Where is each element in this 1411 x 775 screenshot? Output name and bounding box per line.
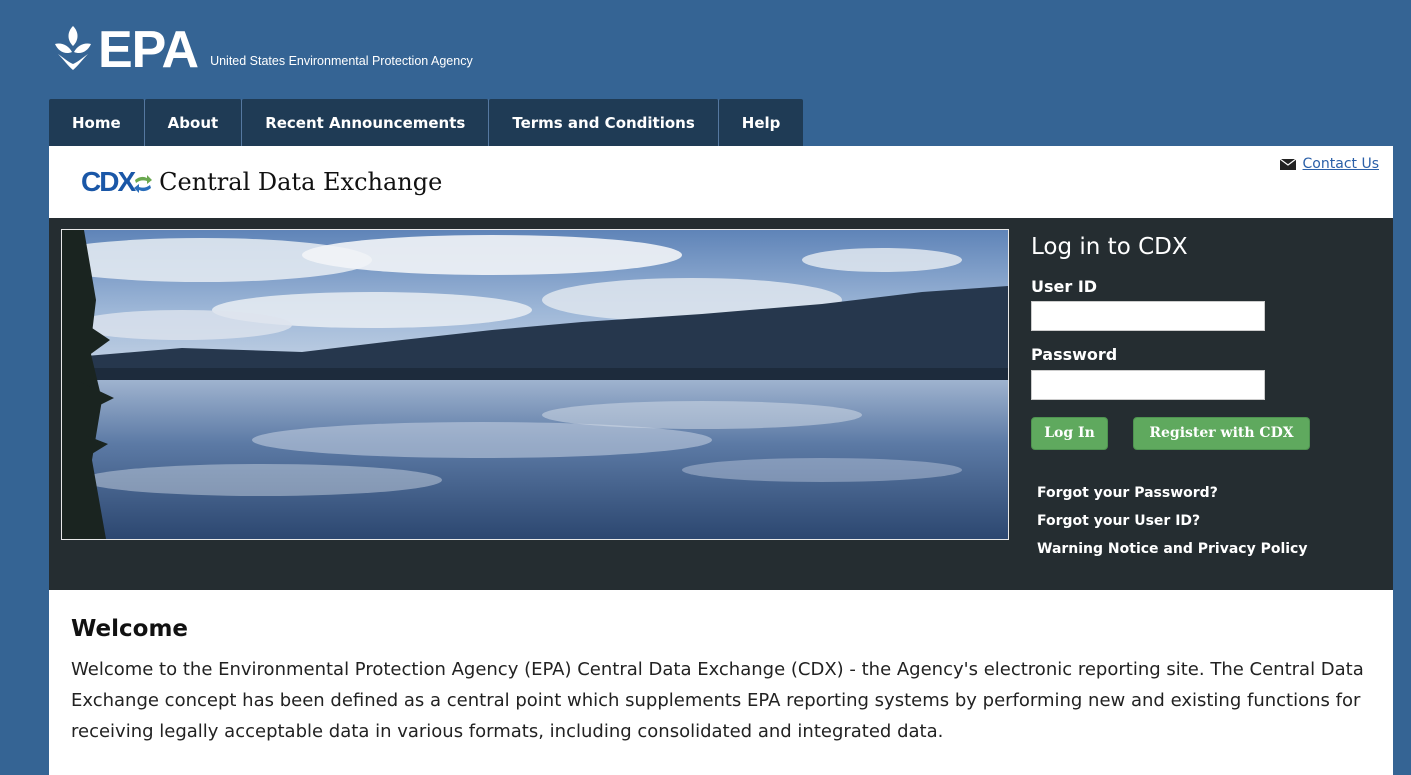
epa-wordmark: EPA [98,21,199,79]
hero-image [61,229,1009,540]
page-content: CDX Central Data Exchange Contact Us Log… [49,146,1393,775]
lake-landscape-image [62,230,1008,539]
cdx-logo[interactable]: CDX Central Data Exchange [81,166,442,198]
nav-tab-terms-and-conditions[interactable]: Terms and Conditions [489,99,719,146]
agency-name: United States Environmental Protection A… [210,54,473,68]
register-button[interactable]: Register with CDX [1133,417,1310,450]
password-label: Password [1031,345,1118,364]
epa-flower-logo-icon [55,26,91,70]
epa-header: EPA United States Environmental Protecti… [0,0,1411,100]
forgot-password-link[interactable]: Forgot your Password? [1037,485,1218,501]
user-id-input[interactable] [1031,301,1265,331]
login-title: Log in to CDX [1031,234,1188,260]
user-id-label: User ID [1031,277,1098,296]
nav-tab-recent-announcements[interactable]: Recent Announcements [242,99,490,146]
welcome-body: Welcome to the Environmental Protection … [71,659,1364,742]
page-title: Central Data Exchange [159,168,443,196]
cdx-arrows-icon [134,175,153,193]
nav-tab-home[interactable]: Home [49,99,145,146]
log-in-button[interactable]: Log In [1031,417,1108,450]
epa-logo[interactable]: EPA United States Environmental Protecti… [52,21,473,79]
main-nav: Home About Recent Announcements Terms an… [49,99,804,146]
login-panel: Log in to CDX User ID Password Log In Re… [1031,218,1381,590]
envelope-icon [1279,158,1296,170]
nav-tab-help[interactable]: Help [718,99,804,146]
cdx-logo-text: CDX [81,166,136,197]
welcome-section: Welcome Welcome to the Environmental Pro… [71,616,1381,747]
welcome-heading: Welcome [71,616,189,642]
nav-tab-about[interactable]: About [144,99,243,146]
contact-us[interactable]: Contact Us [1279,156,1379,172]
cdx-title-bar: CDX Central Data Exchange Contact Us [49,146,1393,218]
hero-panel: Log in to CDX User ID Password Log In Re… [49,218,1393,590]
privacy-policy-link[interactable]: Warning Notice and Privacy Policy [1037,541,1307,557]
password-input[interactable] [1031,370,1265,400]
contact-us-link[interactable]: Contact Us [1303,156,1379,172]
forgot-user-id-link[interactable]: Forgot your User ID? [1037,513,1200,529]
